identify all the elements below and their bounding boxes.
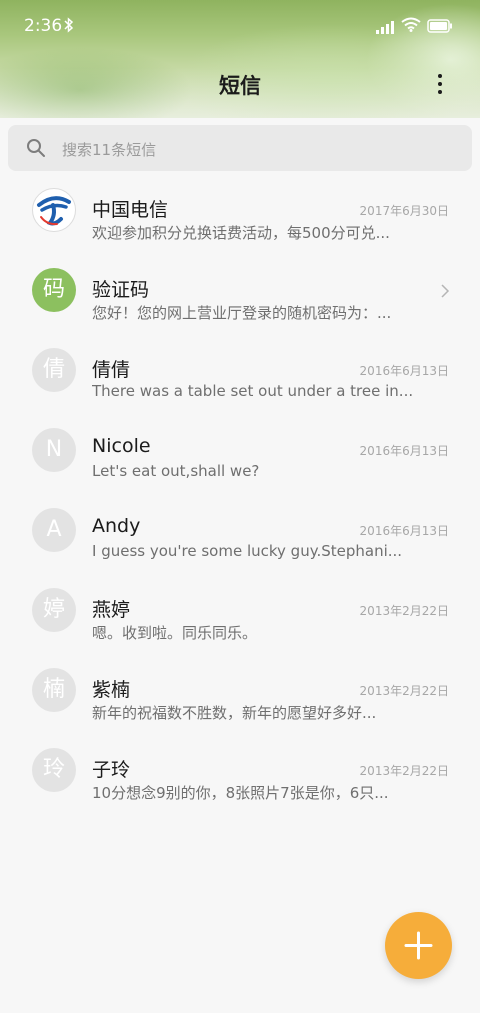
new-message-button[interactable] [385,912,452,979]
conversation-preview: 欢迎参加积分兑换话费活动，每500分可兑... [92,224,390,242]
contact-avatar: 楠 [32,668,76,712]
messages-screen: 2:36 短信 搜索11条短信 中国电信 2017年6月30日 欢迎参加积分兑换… [0,0,480,1013]
conversation-row[interactable]: A Andy 2016年6月13日 I guess you're some lu… [0,490,480,570]
conversation-date: 2017年6月30日 [359,204,449,218]
conversation-date: 2016年6月13日 [359,524,449,538]
signal-icon [376,19,394,38]
china-telecom-logo-avatar [32,188,76,232]
conversation-date: 2013年2月22日 [359,604,449,618]
conversation-name: 验证码 [92,279,150,301]
conversation-row[interactable]: 楠 紫楠 2013年2月22日 新年的祝福数不胜数，新年的愿望好多好... [0,650,480,730]
conversation-preview: 新年的祝福数不胜数，新年的愿望好多好... [92,704,377,722]
conversation-row[interactable]: N Nicole 2016年6月13日 Let's eat out,shall … [0,410,480,490]
contact-avatar: 码 [32,268,76,312]
battery-icon [427,18,453,37]
conversation-name: 燕婷 [92,599,131,621]
chevron-right-icon [440,283,450,303]
conversation-row[interactable]: 码 验证码 您好！您的网上营业厅登录的随机密码为：... [0,250,480,330]
conversation-preview: 10分想念9别的你，8张照片7张是你，6只... [92,784,389,802]
conversation-name: Andy [92,515,141,537]
conversation-list: 中国电信 2017年6月30日 欢迎参加积分兑换话费活动，每500分可兑... … [0,170,480,810]
conversation-name: 倩倩 [92,359,131,381]
conversation-name: 紫楠 [92,679,131,701]
conversation-row[interactable]: 玲 子玲 2013年2月22日 10分想念9别的你，8张照片7张是你，6只... [0,730,480,810]
conversation-date: 2016年6月13日 [359,444,449,458]
page-title: 短信 [219,74,261,98]
conversation-name: 子玲 [92,759,131,781]
conversation-preview: I guess you're some lucky guy.Stephani..… [92,542,403,560]
bluetooth-icon [64,17,74,37]
status-time: 2:36 [24,16,63,36]
conversation-name: 中国电信 [92,199,169,221]
status-bar: 2:36 [0,0,480,52]
conversation-row[interactable]: 倩 倩倩 2016年6月13日 There was a table set ou… [0,330,480,410]
search-input[interactable]: 搜索11条短信 [8,125,472,171]
plus-icon [404,931,433,960]
conversation-row[interactable]: 中国电信 2017年6月30日 欢迎参加积分兑换话费活动，每500分可兑... [0,170,480,250]
conversation-name: Nicole [92,435,151,457]
contact-avatar: N [32,428,76,472]
contact-avatar: 倩 [32,348,76,392]
conversation-date: 2013年2月22日 [359,684,449,698]
contact-avatar: 婷 [32,588,76,632]
conversation-date: 2013年2月22日 [359,764,449,778]
conversation-preview: 嗯。收到啦。同乐同乐。 [92,624,258,642]
contact-avatar: A [32,508,76,552]
contact-avatar: 玲 [32,748,76,792]
conversation-row[interactable]: 婷 燕婷 2013年2月22日 嗯。收到啦。同乐同乐。 [0,570,480,650]
search-placeholder: 搜索11条短信 [62,141,157,159]
more-vertical-icon[interactable] [430,70,450,98]
conversation-date: 2016年6月13日 [359,364,449,378]
conversation-preview: There was a table set out under a tree i… [92,382,412,400]
search-icon [26,138,46,162]
conversation-preview: Let's eat out,shall we? [92,462,260,480]
wifi-icon [401,17,421,36]
conversation-preview: 您好！您的网上营业厅登录的随机密码为：... [92,304,392,322]
